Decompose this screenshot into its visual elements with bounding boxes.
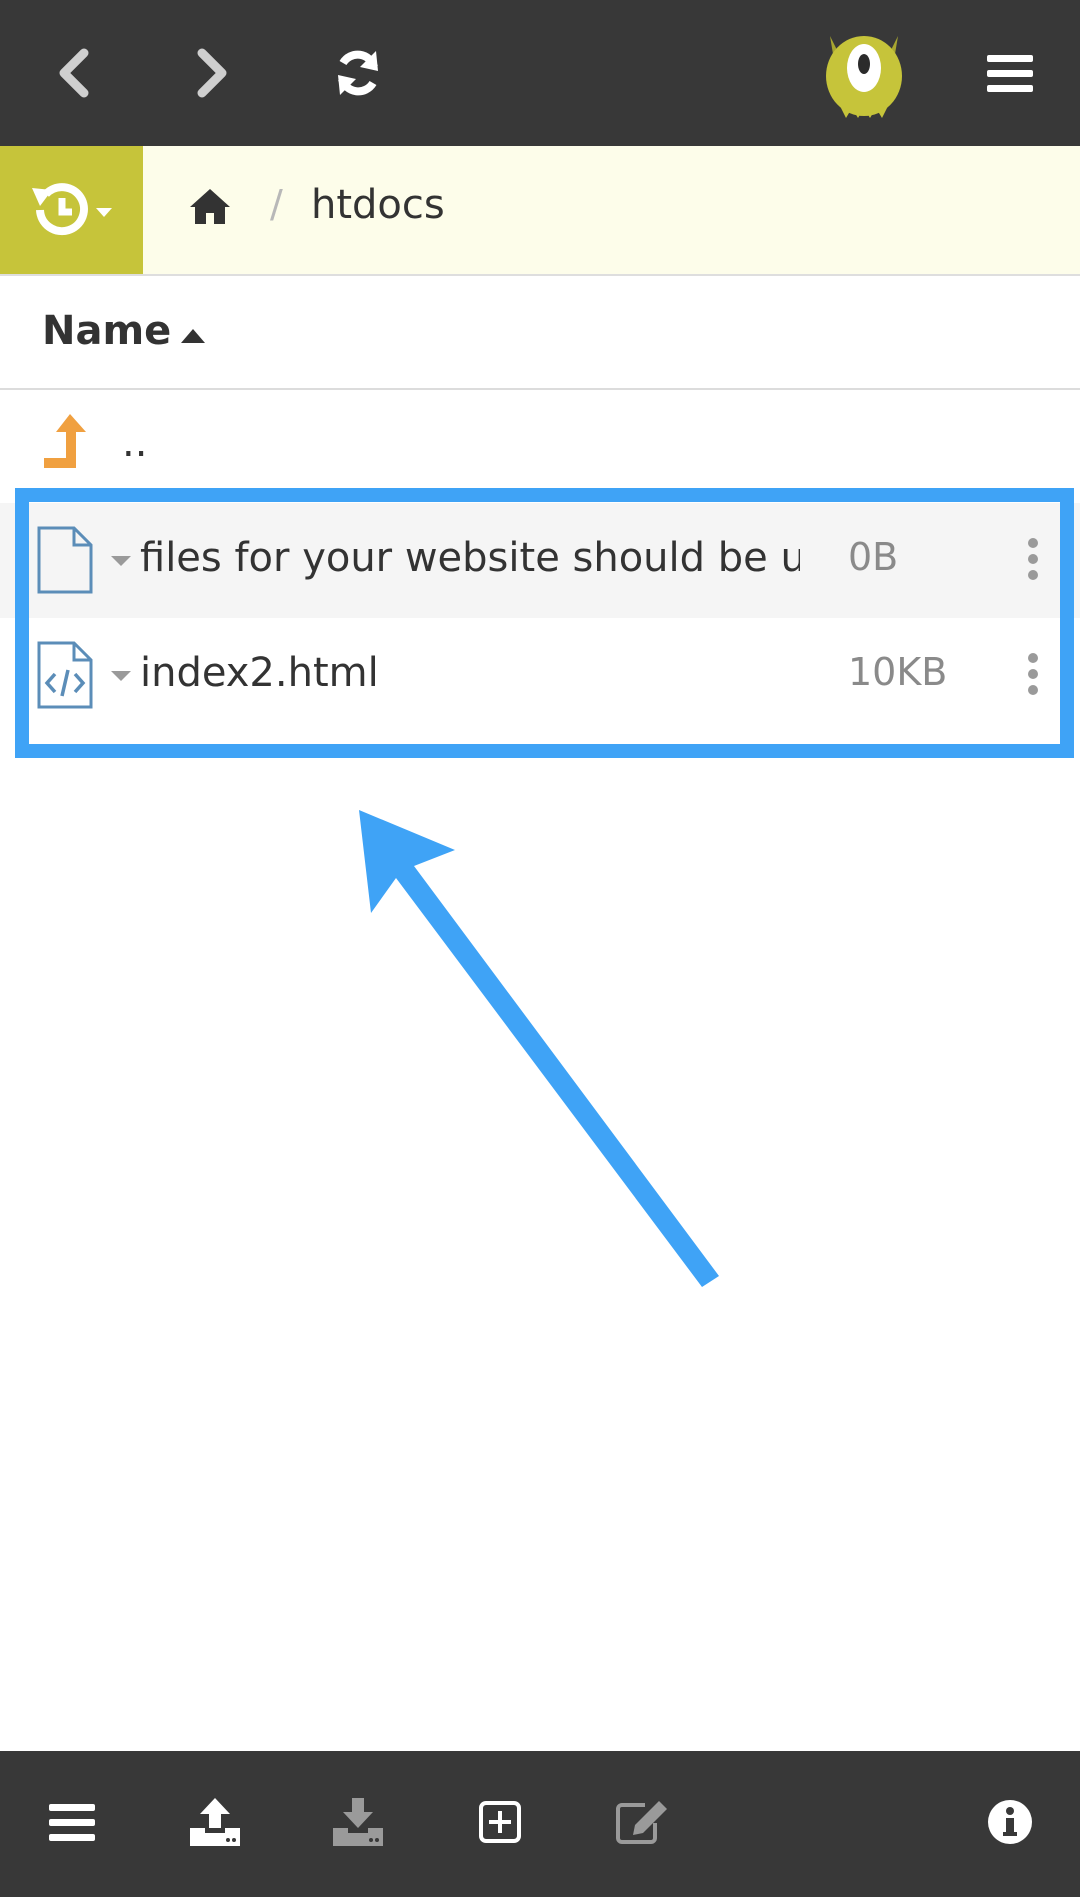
chevron-right-icon xyxy=(197,48,227,98)
file-name: files for your website should be u... xyxy=(140,535,800,581)
history-icon xyxy=(31,183,112,236)
breadcrumb-current-folder[interactable]: htdocs xyxy=(311,182,445,228)
refresh-button[interactable] xyxy=(318,33,398,113)
menu-icon xyxy=(49,1804,95,1841)
history-button[interactable] xyxy=(0,146,143,274)
edit-button[interactable] xyxy=(607,1787,677,1857)
new-file-icon xyxy=(479,1801,521,1843)
menu-button[interactable] xyxy=(970,33,1050,113)
back-button[interactable] xyxy=(34,33,114,113)
caret-down-icon[interactable] xyxy=(110,670,132,682)
file-name: index2.html xyxy=(140,650,379,696)
bottom-toolbar xyxy=(0,1751,1080,1897)
upload-icon xyxy=(190,1798,240,1846)
upload-button[interactable] xyxy=(180,1787,250,1857)
info-button[interactable] xyxy=(975,1787,1045,1857)
app-logo xyxy=(816,26,912,122)
monster-logo-icon xyxy=(826,36,902,118)
file-row[interactable]: files for your website should be u... 0B xyxy=(0,503,1080,618)
bottom-menu-button[interactable] xyxy=(37,1787,107,1857)
code-file-icon xyxy=(37,641,93,709)
breadcrumb: / htdocs xyxy=(0,146,1080,276)
download-icon xyxy=(333,1798,383,1846)
forward-button[interactable] xyxy=(172,33,252,113)
list-header: Name xyxy=(0,276,1080,390)
level-up-icon xyxy=(44,414,86,468)
hamburger-menu-icon xyxy=(987,55,1033,92)
file-row[interactable]: index2.html 10KB xyxy=(0,618,1080,733)
chevron-left-icon xyxy=(59,48,89,98)
top-toolbar xyxy=(0,0,1080,146)
file-size: 10KB xyxy=(848,650,948,694)
new-file-button[interactable] xyxy=(465,1787,535,1857)
more-options-icon[interactable] xyxy=(1018,646,1048,706)
parent-directory-label: .. xyxy=(122,420,148,466)
parent-directory-row[interactable]: .. xyxy=(0,390,1080,500)
edit-icon xyxy=(616,1801,667,1844)
caret-down-icon[interactable] xyxy=(110,555,132,567)
info-icon xyxy=(988,1800,1032,1844)
home-icon xyxy=(190,189,230,224)
sort-ascending-icon[interactable] xyxy=(180,328,206,344)
download-button[interactable] xyxy=(323,1787,393,1857)
name-column-header[interactable]: Name xyxy=(42,308,171,354)
more-options-icon[interactable] xyxy=(1018,531,1048,591)
file-icon xyxy=(37,526,93,594)
breadcrumb-separator: / xyxy=(270,182,283,226)
file-size: 0B xyxy=(848,535,899,579)
breadcrumb-home[interactable] xyxy=(188,186,232,230)
refresh-icon xyxy=(338,50,378,96)
